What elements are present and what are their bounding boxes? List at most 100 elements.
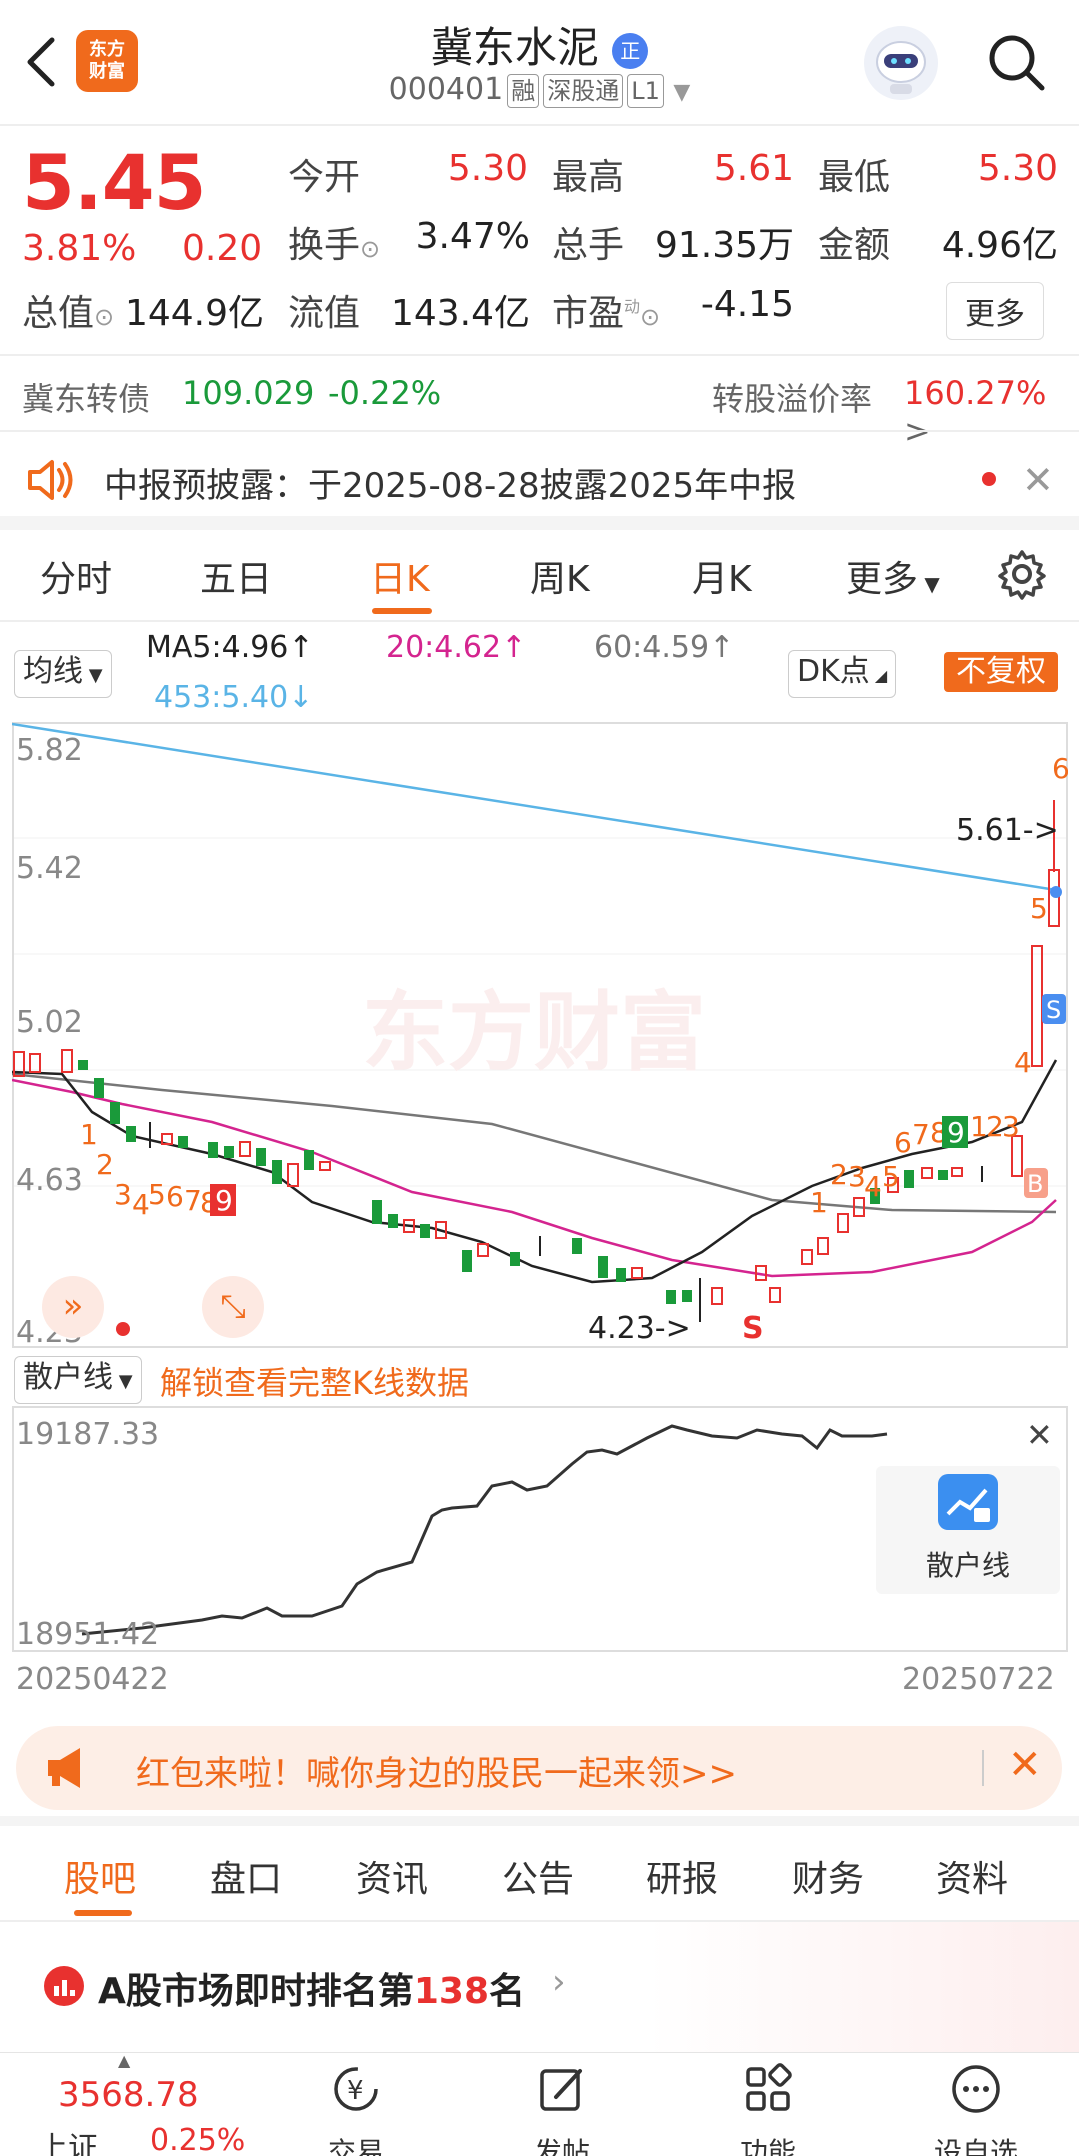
float-value: 143.4亿 (390, 293, 530, 334)
close-notice-icon[interactable]: ✕ (1022, 461, 1054, 499)
y-label-4-63: 4.63 (16, 1163, 83, 1198)
assistant-avatar-icon[interactable] (864, 26, 938, 100)
turnover-label[interactable]: 换手⊙ (288, 216, 380, 268)
promo-divider (982, 1750, 984, 1786)
change-percent: 3.81% (22, 228, 137, 269)
tab-monthly-k[interactable]: 月K (692, 550, 752, 602)
retail-card-label: 散户线 (925, 1549, 1010, 1582)
tab-research[interactable]: 研报 (646, 1850, 718, 1902)
index-value: 3568.78 (58, 2075, 199, 2115)
turnover-value: 3.47% (415, 216, 530, 257)
caret-up-icon: ▲ (118, 2051, 131, 2070)
bond-price: 109.029 (182, 374, 315, 412)
active-tab-indicator (372, 608, 432, 614)
ranking-card[interactable]: A股市场即时排名第138名 › (0, 1922, 1079, 2052)
amount-value: 4.96亿 (941, 225, 1058, 266)
volume-label: 总手 (552, 225, 625, 266)
svg-text:3: 3 (1002, 1110, 1020, 1143)
bond-change: -0.22% (328, 374, 442, 412)
nav-functions[interactable]: 功能 (708, 2061, 828, 2156)
close-promo-icon[interactable]: ✕ (1008, 1742, 1042, 1788)
high-marker: 5.61-> (956, 813, 1059, 848)
nav-post[interactable]: 发帖 (502, 2061, 622, 2156)
date-start: 20250422 (16, 1662, 169, 1697)
more-dots-icon (916, 2061, 1036, 2131)
index-ticker[interactable]: ▲ 3568.78 上证 0.25% (0, 2051, 250, 2156)
svg-text:6: 6 (894, 1126, 912, 1159)
fullscreen-icon[interactable]: ⤡ (202, 1276, 264, 1338)
adjust-button[interactable]: 不复权 (944, 652, 1058, 692)
dropdown-icon[interactable]: ▼ (673, 80, 690, 105)
tab-intraday[interactable]: 分时 (40, 550, 112, 602)
premium-value[interactable]: 160.27% > (904, 374, 1079, 450)
bond-name[interactable]: 冀东转债 (22, 374, 150, 420)
svg-text:5: 5 (1030, 892, 1048, 925)
unlock-link[interactable]: 解锁查看完整K线数据 (160, 1358, 469, 1404)
premium-label: 转股溢价率 (712, 380, 873, 418)
nav-watchlist[interactable]: 设自选 (916, 2061, 1036, 2156)
svg-text:2: 2 (830, 1158, 848, 1191)
high-label: 最高 (552, 157, 625, 198)
unread-dot (982, 472, 996, 486)
high-value: 5.61 (713, 148, 794, 189)
dk-point-selector[interactable]: DK点 ◢ (788, 650, 897, 698)
grid-icon (708, 2061, 828, 2131)
svg-text:9: 9 (947, 1116, 965, 1149)
promo-text: 红包来啦！喊你身边的股民一起来领>> (136, 1754, 737, 1794)
kline-chart[interactable]: 东方财富 12 3 45 6 78 12 34 5 6 7 8 123 456 … (12, 722, 1068, 1348)
svg-text:9: 9 (215, 1184, 233, 1217)
tab-news[interactable]: 资讯 (356, 1850, 428, 1902)
ma20-label: 20:4.62↑ (386, 630, 527, 665)
edit-icon (502, 2061, 622, 2131)
nav-trade[interactable]: ¥ 交易 (296, 2061, 416, 2156)
svg-text:2: 2 (96, 1148, 114, 1181)
expand-left-icon[interactable]: » (42, 1276, 104, 1338)
svg-text:6: 6 (1052, 752, 1068, 785)
close-retail-card-icon[interactable]: ✕ (1026, 1416, 1053, 1454)
promo-banner[interactable]: 红包来啦！喊你身边的股民一起来领>> ✕ (16, 1726, 1062, 1810)
tab-financials[interactable]: 财务 (792, 1850, 864, 1902)
chart-tabs: 分时 五日 日K 周K 月K 更多 ▼ (0, 530, 1079, 620)
gear-icon[interactable] (996, 548, 1048, 600)
retail-line-selector[interactable]: 散户线 ▼ (14, 1356, 142, 1404)
y-label-5-82: 5.82 (16, 733, 83, 768)
tab-pankou[interactable]: 盘口 (210, 1850, 282, 1902)
svg-text:1: 1 (80, 1118, 98, 1151)
tab-five-day[interactable]: 五日 (200, 550, 272, 602)
ma-selector[interactable]: 均线 ▼ (14, 650, 112, 698)
date-end: 20250722 (902, 1662, 1055, 1697)
tab-profile[interactable]: 资料 (936, 1850, 1008, 1902)
svg-text:7: 7 (912, 1118, 930, 1151)
retail-y-bottom: 18951.42 (16, 1617, 159, 1652)
active-tab-indicator (74, 1910, 132, 1916)
bottom-nav: ▲ 3568.78 上证 0.25% ¥ 交易 发帖 功能 设自选 (0, 2051, 1079, 2156)
info-icon[interactable]: ⊙ (640, 303, 660, 331)
retail-line-card[interactable]: 散户线 (876, 1466, 1060, 1594)
ma60-label: 60:4.59↑ (594, 630, 735, 665)
float-label: 流值 (288, 293, 361, 334)
info-icon[interactable]: ⊙ (360, 235, 380, 263)
svg-text:4: 4 (864, 1170, 882, 1203)
mktcap-label[interactable]: 总值⊙ (22, 284, 114, 336)
pe-label[interactable]: 市盈动⊙ (552, 284, 660, 336)
ma5-label: MA5:4.96↑ (146, 630, 314, 665)
low-marker: 4.23-> (588, 1311, 691, 1346)
amount-label: 金额 (818, 225, 891, 266)
ranking-icon (44, 1966, 84, 2006)
volume-value: 91.35万 (654, 225, 794, 266)
index-name: 上证 (38, 2131, 98, 2156)
search-icon[interactable] (984, 30, 1048, 94)
tab-more[interactable]: 更多 ▼ (846, 550, 940, 602)
more-button[interactable]: 更多 (946, 282, 1044, 340)
svg-text:5: 5 (148, 1178, 166, 1211)
chevron-right-icon: › (552, 1962, 566, 2002)
info-icon[interactable]: ⊙ (94, 303, 114, 331)
tab-announcements[interactable]: 公告 (502, 1850, 574, 1902)
signal-s-small: S (1046, 996, 1061, 1024)
tab-guba[interactable]: 股吧 (64, 1850, 136, 1902)
retail-y-top: 19187.33 (16, 1417, 159, 1452)
tab-daily-k[interactable]: 日K (370, 550, 430, 602)
notice-text[interactable]: 中报预披露：于2025-08-28披露2025年中报 (104, 458, 796, 507)
tab-weekly-k[interactable]: 周K (530, 550, 590, 602)
ranking-text: A股市场即时排名第138名 (98, 1971, 526, 2012)
